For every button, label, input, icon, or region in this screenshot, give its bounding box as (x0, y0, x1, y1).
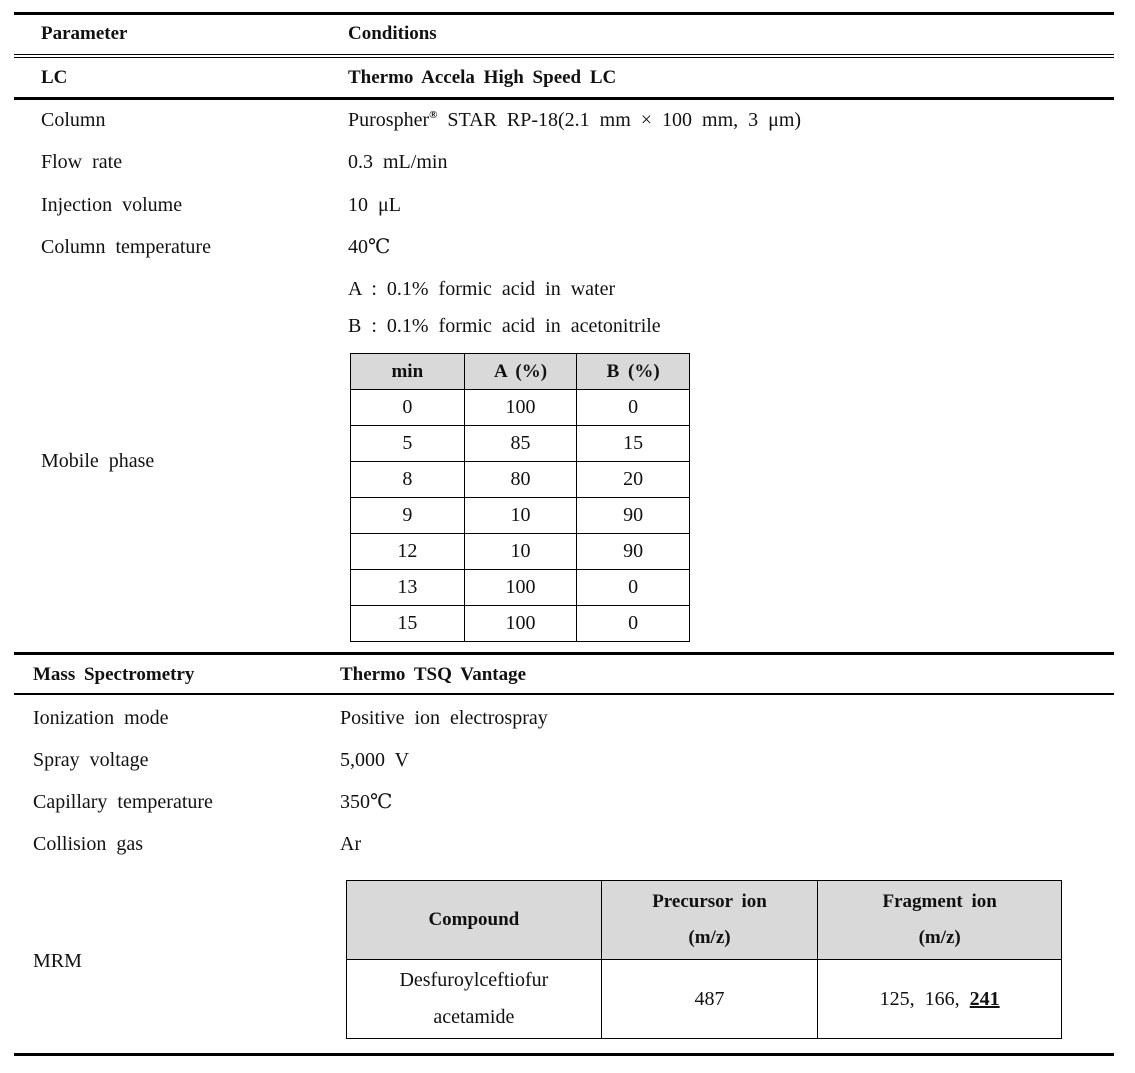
header-conditions: Conditions (348, 23, 437, 44)
ms-section-rule (14, 693, 1114, 695)
gradient-cell-min: 12 (350, 533, 465, 570)
gradient-cell-min: 15 (350, 605, 465, 642)
mrm-header-row: Compound Precursor ion (m/z) Fragment io… (346, 880, 1062, 960)
ms-ionization-mode-value: Positive ion electrospray (340, 707, 548, 729)
ms-ionization-mode-label: Ionization mode (33, 707, 169, 729)
gradient-cell-b: 0 (576, 389, 690, 426)
mrm-compound-line1: Desfuroylceftiofur (399, 969, 549, 991)
lc-injection-volume-label: Injection volume (41, 194, 183, 216)
header-parameter: Parameter (41, 23, 128, 44)
gradient-cell-min: 9 (350, 497, 465, 534)
mrm-header-compound: Compound (346, 880, 602, 960)
gradient-row: 13 100 0 (350, 569, 690, 606)
mrm-row: Desfuroylceftiofur acetamide 487 125, 16… (346, 959, 1062, 1039)
ms-capillary-temperature-label: Capillary temperature (33, 791, 213, 813)
mrm-header-fragment-line2: (m/z) (918, 927, 961, 948)
lc-instrument: Thermo Accela High Speed LC (348, 67, 617, 88)
mrm-fragments-plain: 125, 166, (879, 987, 970, 1010)
ms-section-top-rule (14, 652, 1114, 655)
mrm-fragment-quantifier: 241 (969, 987, 1000, 1010)
gradient-cell-min: 8 (350, 461, 465, 498)
gradient-cell-a: 100 (463, 569, 578, 606)
gradient-row: 12 10 90 (350, 533, 690, 570)
gradient-row: 15 100 0 (350, 605, 690, 642)
lc-flow-rate-value: 0.3 mL/min (348, 151, 448, 173)
header-double-rule-top (14, 54, 1114, 55)
gradient-row: 8 80 20 (350, 461, 690, 498)
ms-collision-gas-label: Collision gas (33, 833, 144, 855)
gradient-cell-a: 100 (463, 605, 578, 642)
gradient-row: 0 100 0 (350, 389, 690, 426)
mrm-header-precursor-line2: (m/z) (688, 927, 731, 948)
mrm-header-precursor-line1: Precursor ion (652, 891, 767, 912)
gradient-cell-a: 85 (463, 425, 578, 462)
mobile-phase-solvent-b: B : 0.1% formic acid in acetonitrile (348, 315, 661, 337)
mrm-cell-compound: Desfuroylceftiofur acetamide (346, 959, 602, 1039)
column-brand: Purospher (348, 109, 430, 131)
column-spec: STAR RP-18(2.1 mm × 100 mm, 3 μm) (437, 109, 802, 131)
gradient-header-min: min (350, 353, 465, 390)
gradient-row: 9 10 90 (350, 497, 690, 534)
gradient-cell-a: 80 (463, 461, 578, 498)
mrm-compound-line2: acetamide (433, 1006, 515, 1028)
lc-section-label: LC (41, 67, 68, 88)
lc-injection-volume-value: 10 μL (348, 194, 401, 216)
gradient-cell-b: 15 (576, 425, 690, 462)
mrm-header-precursor: Precursor ion (m/z) (600, 880, 819, 960)
ms-spray-voltage-label: Spray voltage (33, 749, 149, 771)
mrm-header-fragment-line1: Fragment ion (882, 891, 997, 912)
gradient-row: 5 85 15 (350, 425, 690, 462)
gradient-table: min A (%) B (%) 0 100 0 5 85 15 8 80 20 … (350, 353, 690, 642)
gradient-cell-b: 0 (576, 605, 690, 642)
mrm-table: Compound Precursor ion (m/z) Fragment io… (346, 880, 1062, 1039)
mrm-cell-fragments: 125, 166, 241 (817, 959, 1062, 1039)
lc-flow-rate-label: Flow rate (41, 151, 123, 173)
gradient-cell-min: 5 (350, 425, 465, 462)
gradient-header-b: B (%) (576, 353, 690, 390)
ms-capillary-temperature-value: 350℃ (340, 791, 393, 813)
mrm-cell-precursor: 487 (600, 959, 819, 1039)
gradient-cell-a: 10 (463, 497, 578, 534)
gradient-cell-a: 10 (463, 533, 578, 570)
ms-instrument: Thermo TSQ Vantage (340, 664, 527, 685)
mobile-phase-label: Mobile phase (41, 450, 155, 472)
gradient-header-row: min A (%) B (%) (350, 353, 690, 390)
mrm-label: MRM (33, 950, 82, 972)
gradient-cell-a: 100 (463, 389, 578, 426)
gradient-cell-b: 90 (576, 533, 690, 570)
gradient-cell-min: 13 (350, 569, 465, 606)
lc-column-label: Column (41, 109, 106, 131)
lc-column-temperature-label: Column temperature (41, 236, 211, 258)
mobile-phase-solvent-a: A : 0.1% formic acid in water (348, 278, 616, 300)
gradient-cell-b: 0 (576, 569, 690, 606)
lc-column-value: Purospher® STAR RP-18(2.1 mm × 100 mm, 3… (348, 108, 801, 132)
lc-section-rule (14, 97, 1114, 100)
ms-section-label: Mass Spectrometry (33, 664, 195, 685)
gradient-cell-b: 90 (576, 497, 690, 534)
gradient-cell-b: 20 (576, 461, 690, 498)
ms-collision-gas-value: Ar (340, 833, 362, 855)
gradient-cell-min: 0 (350, 389, 465, 426)
header-double-rule-bottom (14, 57, 1114, 58)
table-bottom-rule (14, 1053, 1114, 1056)
lc-column-temperature-value: 40℃ (348, 236, 391, 258)
ms-spray-voltage-value: 5,000 V (340, 749, 410, 771)
mrm-header-fragment: Fragment ion (m/z) (817, 880, 1062, 960)
gradient-header-a: A (%) (463, 353, 578, 390)
table-top-rule (14, 12, 1114, 15)
